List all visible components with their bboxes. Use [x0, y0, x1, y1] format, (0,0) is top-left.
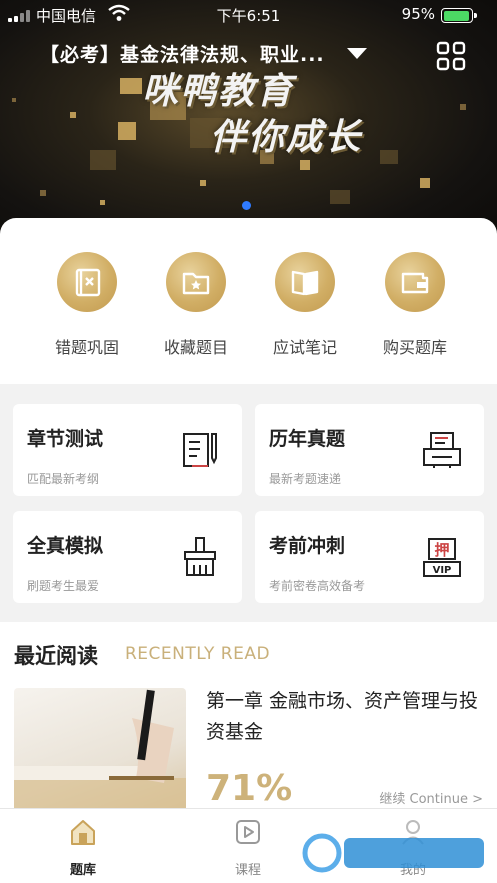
- card-title: 历年真题: [269, 428, 346, 450]
- section-title: 最近阅读: [14, 644, 98, 668]
- chapter-test-icon: [183, 433, 217, 467]
- past-papers-icon: [423, 432, 461, 468]
- card-title: 章节测试: [27, 428, 104, 450]
- battery-percent: 95%: [401, 5, 435, 23]
- card-title: 全真模拟: [27, 535, 104, 557]
- banner[interactable]: 中国电信 下午6:51 95% 【必考】基金法律法规、职业... 咪鸭教育 伴你…: [0, 0, 497, 250]
- action-label: 错题巩固: [54, 338, 119, 357]
- tab-question-bank[interactable]: 题库: [43, 817, 123, 878]
- notebook-icon: [291, 270, 319, 296]
- course-play-icon: [236, 820, 260, 844]
- action-label: 应试笔记: [272, 338, 337, 357]
- pen-writing-image: [14, 689, 186, 813]
- action-label: 购买题库: [382, 338, 447, 357]
- watermark-logo: [302, 833, 484, 873]
- recently-read-section: 最近阅读 RECENTLY READ 第一章 金融市场、资产管理与投资基金 71…: [0, 622, 497, 817]
- card-sprint[interactable]: 考前冲刺 考前密卷高效备考 押 VIP: [255, 511, 484, 603]
- book-title[interactable]: 第一章 金融市场、资产管理与投资基金: [206, 686, 486, 748]
- action-notes[interactable]: 应试笔记: [250, 252, 360, 358]
- favorites-folder-icon: [182, 272, 210, 295]
- question-bank-icon: [71, 820, 95, 845]
- carousel-indicator: [242, 195, 251, 214]
- card-mock-exam[interactable]: 全真模拟 刷题考生最爱: [13, 511, 242, 603]
- action-label: 收藏题目: [163, 338, 228, 357]
- chevron-down-icon[interactable]: [347, 48, 367, 59]
- continue-button[interactable]: 继续 Continue >: [379, 788, 483, 807]
- card-past-papers[interactable]: 历年真题 最新考题速递: [255, 404, 484, 496]
- action-favorites[interactable]: 收藏题目: [141, 252, 251, 358]
- mock-exam-icon: [184, 537, 216, 576]
- card-chapter-test[interactable]: 章节测试 匹配最新考纲: [13, 404, 242, 496]
- book-thumbnail[interactable]: [14, 688, 186, 813]
- banner-slogan-line1: 咪鸭教育: [142, 71, 295, 112]
- battery-icon: [441, 8, 477, 23]
- action-wrong-questions[interactable]: 错题巩固: [32, 252, 142, 358]
- tab-courses[interactable]: 课程: [208, 817, 288, 878]
- tab-label: 课程: [234, 863, 261, 878]
- card-subtitle: 刷题考生最爱: [27, 579, 100, 593]
- status-bar: 中国电信 下午6:51 95%: [0, 0, 497, 30]
- sprint-badge-char: 押: [434, 541, 449, 559]
- tab-label: 题库: [69, 863, 96, 878]
- wallet-icon: [401, 272, 429, 294]
- card-subtitle: 考前密卷高效备考: [269, 579, 366, 593]
- quick-actions-panel: 错题巩固 收藏题目 应试笔记 购买题库: [0, 218, 497, 384]
- action-buy-bank[interactable]: 购买题库: [360, 252, 470, 358]
- card-subtitle: 最新考题速递: [269, 472, 342, 486]
- sprint-badge-text: VIP: [433, 565, 452, 576]
- card-title: 考前冲刺: [269, 535, 346, 557]
- carousel-dot-active: [242, 201, 251, 210]
- vip-sprint-icon: 押 VIP: [423, 538, 461, 577]
- grid-icon[interactable]: [436, 41, 466, 71]
- card-subtitle: 匹配最新考纲: [27, 472, 100, 486]
- reading-progress: 71%: [206, 768, 293, 809]
- banner-slogan-line2: 伴你成长: [210, 117, 363, 158]
- wrong-questions-icon: [75, 268, 101, 297]
- section-subtitle: RECENTLY READ: [125, 644, 271, 664]
